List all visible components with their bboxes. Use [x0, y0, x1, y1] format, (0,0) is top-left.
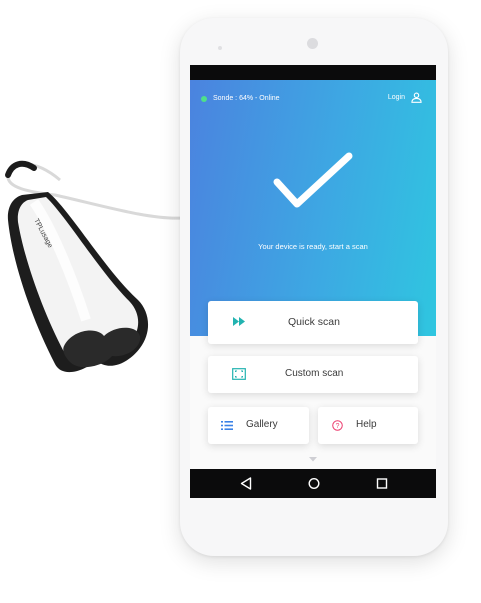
login-button[interactable]: Login	[388, 92, 422, 103]
login-label: Login	[387, 94, 405, 101]
svg-text:?: ?	[336, 423, 340, 430]
chevron-down-icon[interactable]	[309, 457, 317, 462]
hero-panel: Sonde : 64% - Online Login Your device i…	[190, 80, 436, 336]
connection-status: Sonde : 64% - Online	[201, 95, 280, 102]
ultrasound-probe-image: TPLusage	[0, 150, 200, 400]
custom-scan-label: Custom scan	[285, 368, 344, 379]
fast-forward-icon	[233, 317, 245, 326]
connection-status-text: Sonde : 64% - Online	[213, 95, 280, 102]
phone-sensor	[218, 46, 222, 50]
user-icon	[411, 92, 422, 103]
help-circle-icon: ?	[332, 420, 343, 431]
checkmark-icon	[273, 152, 353, 208]
help-label: Help	[356, 419, 377, 430]
phone-device: Sonde : 64% - Online Login Your device i…	[180, 18, 448, 556]
home-icon[interactable]	[308, 477, 320, 490]
phone-camera	[307, 38, 318, 49]
system-status-bar	[190, 65, 436, 80]
gallery-label: Gallery	[246, 419, 278, 430]
quick-scan-label: Quick scan	[288, 316, 340, 328]
back-icon[interactable]	[240, 477, 252, 490]
gallery-button[interactable]: Gallery	[208, 407, 309, 444]
crop-frame-icon	[232, 368, 246, 380]
help-button[interactable]: ? Help	[318, 407, 418, 444]
quick-scan-button[interactable]: Quick scan	[208, 301, 418, 344]
ready-message: Your device is ready, start a scan	[258, 242, 368, 251]
recents-icon[interactable]	[376, 477, 388, 490]
status-dot-icon	[201, 95, 207, 102]
list-icon	[221, 421, 233, 430]
custom-scan-button[interactable]: Custom scan	[208, 356, 418, 393]
app-screen: Sonde : 64% - Online Login Your device i…	[190, 65, 436, 498]
navigation-bar	[190, 469, 436, 498]
